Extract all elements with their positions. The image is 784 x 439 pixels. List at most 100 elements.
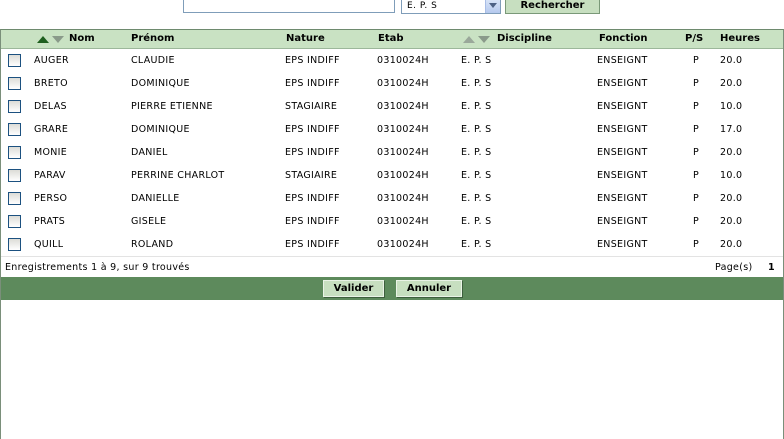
column-header-discipline[interactable]: Discipline: [497, 33, 552, 44]
table-row: PARAV PERRINE CHARLOT STAGIAIRE 0310024H…: [1, 164, 783, 188]
cell-ps: P: [693, 216, 700, 227]
cell-prenom: DOMINIQUE: [131, 78, 190, 89]
cell-etab: 0310024H: [377, 193, 429, 204]
column-header-etab[interactable]: Etab: [378, 33, 404, 44]
cell-nature: EPS INDIFF: [285, 55, 340, 66]
cell-nom: GRARE: [34, 124, 69, 135]
search-input[interactable]: [183, 0, 395, 13]
cell-ps: P: [693, 239, 700, 250]
table-row: BRETO DOMINIQUE EPS INDIFF 0310024H E. P…: [1, 72, 783, 96]
column-header-nature[interactable]: Nature: [286, 33, 325, 44]
cell-discipline: E. P. S: [461, 147, 492, 158]
table-row: AUGER CLAUDIE EPS INDIFF 0310024H E. P. …: [1, 49, 783, 73]
row-checkbox[interactable]: [8, 146, 21, 159]
cell-heures: 20.0: [720, 147, 743, 158]
cell-fonction: ENSEIGNT: [597, 55, 648, 66]
column-header-ps[interactable]: P/S: [685, 33, 703, 44]
table-row: QUILL ROLAND EPS INDIFF 0310024H E. P. S…: [1, 233, 783, 257]
cell-ps: P: [693, 170, 700, 181]
cell-etab: 0310024H: [377, 101, 429, 112]
cell-ps: P: [693, 193, 700, 204]
cell-prenom: DANIELLE: [131, 193, 180, 204]
column-header-heures[interactable]: Heures: [720, 33, 760, 44]
cell-nature: STAGIAIRE: [285, 101, 338, 112]
row-checkbox[interactable]: [8, 123, 21, 136]
cell-discipline: E. P. S: [461, 193, 492, 204]
cancel-button[interactable]: Annuler: [396, 280, 462, 297]
cell-heures: 20.0: [720, 193, 743, 204]
column-header-fonction[interactable]: Fonction: [599, 33, 648, 44]
cell-nom: PERSO: [34, 193, 68, 204]
cell-etab: 0310024H: [377, 239, 429, 250]
cell-ps: P: [693, 101, 700, 112]
pages-label: Page(s): [715, 262, 753, 273]
cell-discipline: E. P. S: [461, 124, 492, 135]
cell-nature: EPS INDIFF: [285, 216, 340, 227]
cell-etab: 0310024H: [377, 78, 429, 89]
cell-prenom: DANIEL: [131, 147, 168, 158]
cell-discipline: E. P. S: [461, 170, 492, 181]
cell-nature: STAGIAIRE: [285, 170, 338, 181]
cell-ps: P: [693, 55, 700, 66]
cell-etab: 0310024H: [377, 216, 429, 227]
cell-fonction: ENSEIGNT: [597, 216, 648, 227]
discipline-select-value: E. P. S: [407, 1, 438, 11]
cell-fonction: ENSEIGNT: [597, 193, 648, 204]
cell-heures: 10.0: [720, 170, 743, 181]
cell-nature: EPS INDIFF: [285, 78, 340, 89]
cell-nature: EPS INDIFF: [285, 239, 340, 250]
row-checkbox[interactable]: [8, 169, 21, 182]
cell-prenom: ROLAND: [131, 239, 174, 250]
cell-nom: DELAS: [34, 101, 67, 112]
cell-nom: PARAV: [34, 170, 66, 181]
cell-discipline: E. P. S: [461, 239, 492, 250]
sort-ascending-icon[interactable]: [37, 36, 49, 43]
chevron-down-icon[interactable]: [485, 0, 500, 13]
cell-heures: 20.0: [720, 239, 743, 250]
cell-fonction: ENSEIGNT: [597, 78, 648, 89]
cell-heures: 10.0: [720, 101, 743, 112]
column-header-nom[interactable]: Nom: [69, 33, 95, 44]
cell-nature: EPS INDIFF: [285, 193, 340, 204]
cell-fonction: ENSEIGNT: [597, 147, 648, 158]
row-checkbox[interactable]: [8, 54, 21, 67]
cell-heures: 20.0: [720, 216, 743, 227]
cell-fonction: ENSEIGNT: [597, 124, 648, 135]
cell-ps: P: [693, 147, 700, 158]
cell-etab: 0310024H: [377, 124, 429, 135]
search-button[interactable]: Rechercher: [505, 0, 600, 14]
cell-prenom: CLAUDIE: [131, 55, 175, 66]
cell-nom: QUILL: [34, 239, 64, 250]
table-row: DELAS PIERRE ETIENNE STAGIAIRE 0310024H …: [1, 95, 783, 119]
cell-heures: 17.0: [720, 124, 743, 135]
table-header: Nom Prénom Nature Etab Discipline Foncti…: [1, 30, 783, 49]
cell-heures: 20.0: [720, 78, 743, 89]
cell-prenom: PERRINE CHARLOT: [131, 170, 225, 181]
cell-nom: PRATS: [34, 216, 66, 227]
cell-discipline: E. P. S: [461, 216, 492, 227]
cell-fonction: ENSEIGNT: [597, 170, 648, 181]
row-checkbox[interactable]: [8, 192, 21, 205]
row-checkbox[interactable]: [8, 215, 21, 228]
column-header-prenom[interactable]: Prénom: [131, 33, 174, 44]
cell-prenom: DOMINIQUE: [131, 124, 190, 135]
row-checkbox[interactable]: [8, 100, 21, 113]
row-checkbox[interactable]: [8, 77, 21, 90]
cell-discipline: E. P. S: [461, 55, 492, 66]
sort-descending-icon[interactable]: [478, 36, 490, 43]
cell-nature: EPS INDIFF: [285, 147, 340, 158]
discipline-select[interactable]: E. P. S: [401, 0, 501, 14]
table-row: MONIE DANIEL EPS INDIFF 0310024H E. P. S…: [1, 141, 783, 165]
cell-ps: P: [693, 78, 700, 89]
row-checkbox[interactable]: [8, 238, 21, 251]
sort-ascending-icon[interactable]: [463, 36, 475, 43]
table-row: PERSO DANIELLE EPS INDIFF 0310024H E. P.…: [1, 187, 783, 211]
cell-prenom: GISELE: [131, 216, 167, 227]
cell-nom: MONIE: [34, 147, 68, 158]
page-number[interactable]: 1: [768, 262, 775, 273]
sort-descending-icon[interactable]: [52, 36, 64, 43]
validate-button[interactable]: Valider: [323, 280, 384, 297]
records-count: Enregistrements 1 à 9, sur 9 trouvés: [5, 262, 190, 273]
action-bar: Valider Annuler: [1, 277, 783, 300]
cell-nom: AUGER: [34, 55, 69, 66]
